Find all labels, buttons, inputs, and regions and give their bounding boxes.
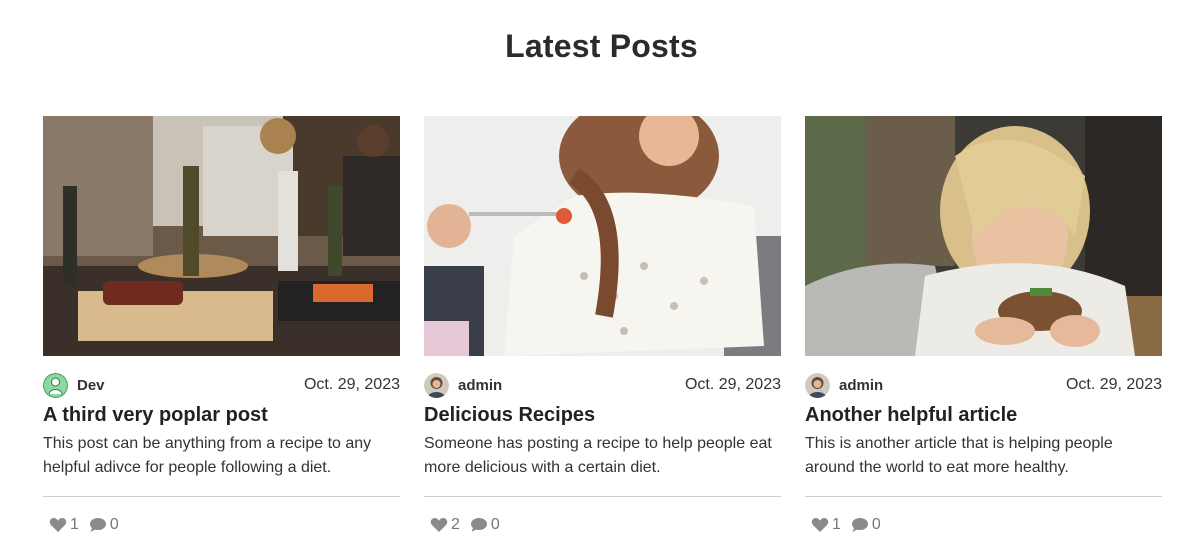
post-excerpt: This is another article that is helping … [805, 435, 1113, 476]
latest-posts-page: Latest Posts Dev Oct. 29, 2023 A third v… [0, 0, 1193, 538]
posts-grid: Dev Oct. 29, 2023 A third very poplar po… [43, 116, 1162, 534]
comment-bubble-icon [89, 517, 107, 533]
comment-button[interactable]: 0 [89, 516, 119, 534]
post-stats: 1 0 [805, 516, 1162, 534]
author[interactable]: Dev [43, 372, 105, 398]
avatar-admin-photo [805, 372, 830, 398]
post-title[interactable]: A third very poplar post [43, 402, 400, 428]
post-excerpt: This post can be anything from a recipe … [43, 435, 372, 476]
author[interactable]: admin [424, 372, 503, 398]
like-count: 1 [832, 516, 841, 533]
post-meta: Dev Oct. 29, 2023 [43, 372, 400, 398]
comment-button[interactable]: 0 [470, 516, 500, 534]
comment-bubble-icon [470, 517, 488, 533]
post-stats: 2 0 [424, 516, 781, 534]
divider [805, 496, 1162, 497]
heart-icon [811, 517, 829, 533]
heart-icon [49, 517, 67, 533]
divider [424, 496, 781, 497]
comment-bubble-icon [851, 517, 869, 533]
author-name: admin [458, 376, 503, 394]
section-title: Latest Posts [505, 28, 698, 64]
avatar-dev-icon [43, 372, 68, 398]
divider [43, 496, 400, 497]
post-date: Oct. 29, 2023 [684, 376, 781, 393]
comment-button[interactable]: 0 [851, 516, 881, 534]
like-count: 1 [70, 516, 79, 533]
post-date: Oct. 29, 2023 [1065, 376, 1162, 393]
post-thumbnail[interactable] [424, 116, 781, 356]
post-meta: admin Oct. 29, 2023 [424, 372, 781, 398]
post-title[interactable]: Another helpful article [805, 402, 1162, 428]
like-button[interactable]: 1 [811, 516, 841, 534]
like-count: 2 [451, 516, 460, 533]
post-card: Dev Oct. 29, 2023 A third very poplar po… [43, 116, 400, 534]
comment-count: 0 [109, 516, 119, 533]
post-card: admin Oct. 29, 2023 Delicious Recipes So… [424, 116, 781, 534]
post-excerpt: Someone has posting a recipe to help peo… [424, 435, 772, 476]
post-card: admin Oct. 29, 2023 Another helpful arti… [805, 116, 1162, 534]
like-button[interactable]: 2 [430, 516, 460, 534]
comment-count: 0 [871, 516, 881, 533]
post-thumbnail[interactable] [805, 116, 1162, 356]
post-meta: admin Oct. 29, 2023 [805, 372, 1162, 398]
post-date: Oct. 29, 2023 [303, 376, 400, 393]
like-button[interactable]: 1 [49, 516, 79, 534]
author-name: Dev [77, 376, 105, 394]
heart-icon [430, 517, 448, 533]
post-title[interactable]: Delicious Recipes [424, 402, 781, 428]
comment-count: 0 [490, 516, 500, 533]
post-stats: 1 0 [43, 516, 400, 534]
author-name: admin [839, 376, 884, 394]
post-thumbnail[interactable] [43, 116, 400, 356]
author[interactable]: admin [805, 372, 884, 398]
avatar-admin-photo [424, 372, 449, 398]
